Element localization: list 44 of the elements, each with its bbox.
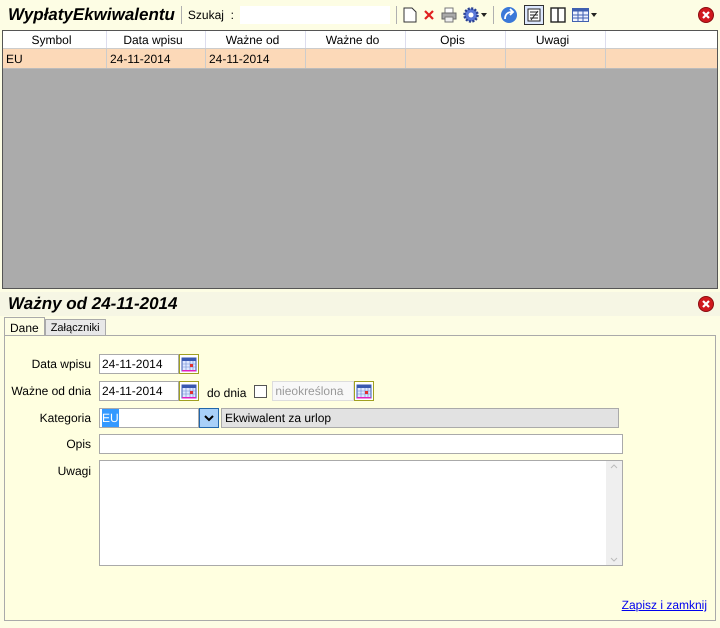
chevron-down-icon <box>204 414 214 422</box>
column-header[interactable]: Ważne od <box>206 31 306 48</box>
search-label: Szukaj : <box>188 7 234 24</box>
gear-icon[interactable] <box>462 7 479 23</box>
input-field[interactable] <box>99 434 623 454</box>
field-label: Opis <box>65 436 92 453</box>
field-label: do dnia <box>207 385 246 402</box>
table-cell: EU <box>3 49 107 68</box>
tab[interactable]: Dane <box>4 317 45 335</box>
column-header[interactable]: Uwagi <box>506 31 606 48</box>
report-button[interactable] <box>524 5 544 25</box>
dropdown-button[interactable] <box>199 408 219 428</box>
date-field[interactable]: 24-11-2014 <box>99 381 179 401</box>
detail-title: Ważny od 24-11-2014 <box>8 293 178 316</box>
close-icon[interactable] <box>698 296 714 312</box>
field-label: Data wpisu <box>30 356 92 373</box>
caret-icon[interactable] <box>480 13 487 17</box>
column-header[interactable]: Data wpisu <box>107 31 206 48</box>
category-description: Ekwiwalent za urlop <box>221 408 619 428</box>
table-cell: 24-11-2014 <box>107 49 206 68</box>
date-field[interactable]: 24-11-2014 <box>99 354 179 374</box>
column-header[interactable]: Ważne do <box>306 31 406 48</box>
search-field[interactable] <box>240 6 390 24</box>
column-header[interactable]: Symbol <box>3 31 107 48</box>
printer-icon[interactable] <box>440 7 457 23</box>
field-label: Ważne od dnia <box>10 383 92 400</box>
field-label: Uwagi <box>56 463 92 480</box>
split-view-icon[interactable] <box>550 7 566 23</box>
calendar-button[interactable] <box>179 354 199 374</box>
close-icon[interactable] <box>698 7 714 23</box>
delete-icon[interactable] <box>422 9 435 21</box>
column-header[interactable]: Opis <box>406 31 506 48</box>
field-label: Kategoria <box>38 410 92 427</box>
panel-title: WypłatyEkwiwalentu <box>8 4 175 26</box>
calendar-button[interactable] <box>354 381 374 401</box>
tab[interactable]: Załączniki <box>44 319 106 335</box>
save-and-close-link[interactable]: Zapisz i zamknij <box>622 596 707 614</box>
table-icon[interactable] <box>572 8 589 22</box>
redo-icon[interactable] <box>500 6 518 24</box>
caret-icon[interactable] <box>590 13 597 17</box>
table-cell: 24-11-2014 <box>206 49 306 68</box>
table-row[interactable]: EU 24-11-2014 24-11-2014 <box>3 49 717 69</box>
calendar-button[interactable] <box>179 381 199 401</box>
new-document-icon[interactable] <box>402 7 417 23</box>
